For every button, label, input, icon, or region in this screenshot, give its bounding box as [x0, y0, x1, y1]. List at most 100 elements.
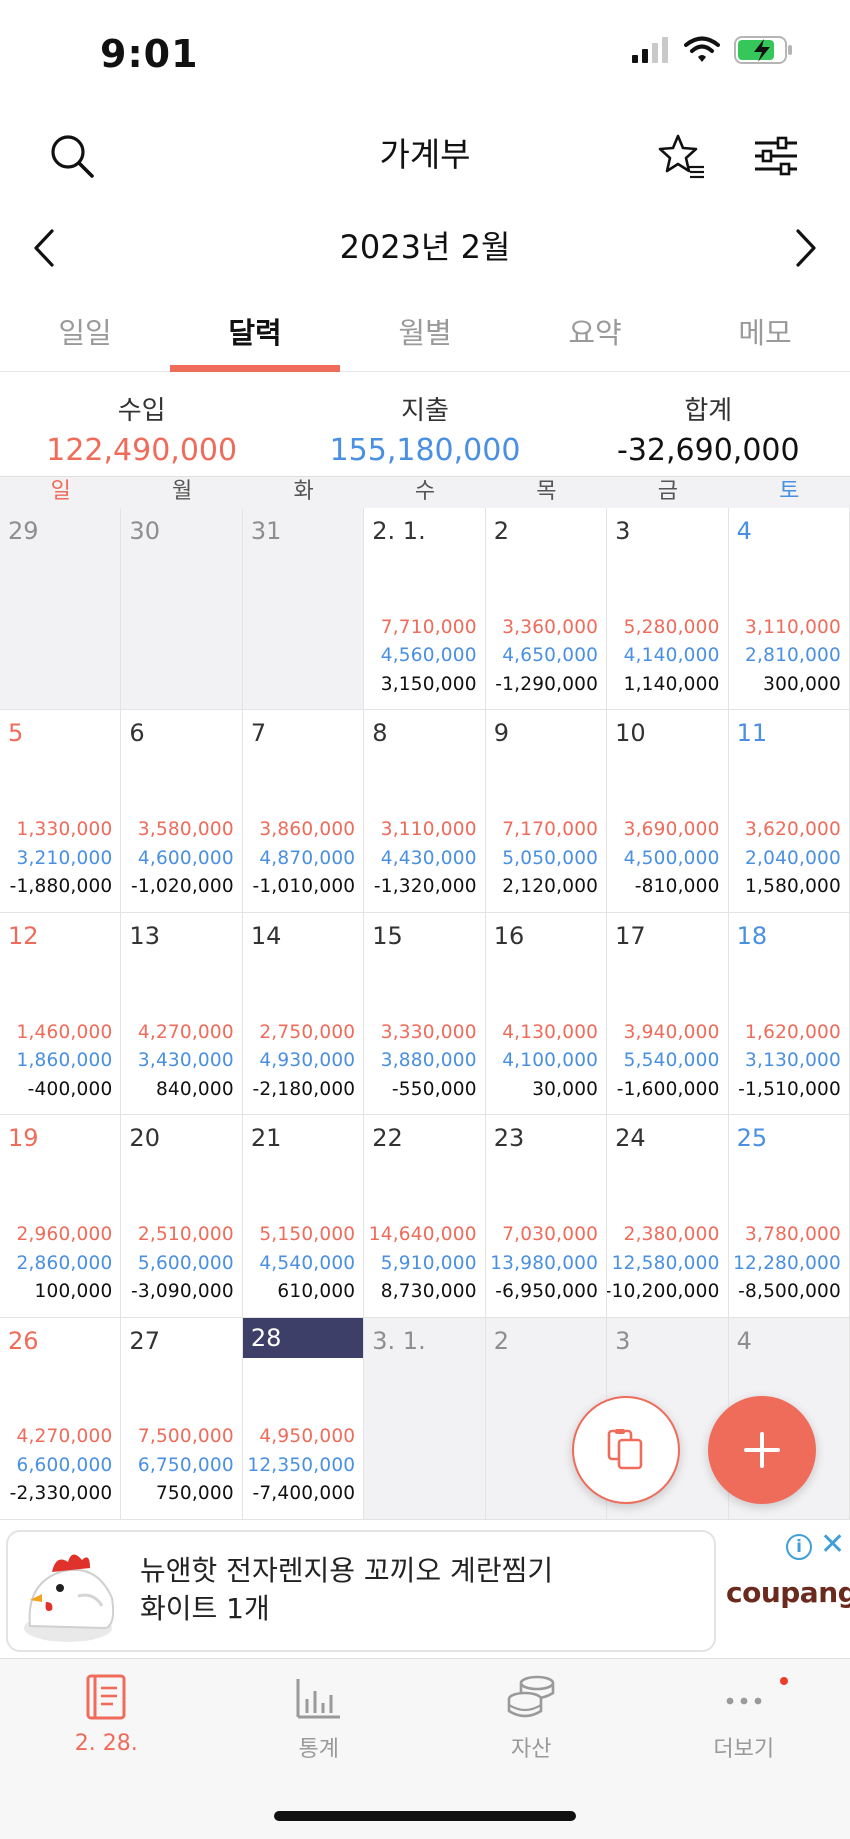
sliders-icon — [755, 136, 797, 176]
day-total: 1,580,000 — [745, 876, 841, 898]
expense-label: 지출 — [401, 396, 449, 426]
tab-daily[interactable]: 일일 — [0, 298, 170, 371]
day-expense: 5,910,000 — [380, 1252, 477, 1274]
calendar-day-cell[interactable]: 25 3,780,000 12,280,000 -8,500,000 — [728, 1115, 850, 1318]
calendar-day-cell[interactable]: 18 1,620,000 3,130,000 -1,510,000 — [728, 912, 850, 1116]
day-total: 300,000 — [763, 673, 841, 695]
calendar-day-cell[interactable]: 28 4,950,000 12,350,000 -7,400,000 — [242, 1317, 365, 1520]
calendar-day-cell[interactable]: 2 3,360,000 4,650,000 -1,290,000 — [485, 508, 608, 711]
calendar-day-cell[interactable]: 31 — [242, 508, 365, 711]
day-income: 1,460,000 — [16, 1021, 113, 1043]
ad-banner[interactable]: 뉴앤핫 전자렌지용 꼬끼오 계란찜기 화이트 1개 i ✕ coupang — [0, 1520, 850, 1658]
page-title: 가계부 — [379, 135, 471, 174]
day-expense: 12,580,000 — [611, 1252, 720, 1274]
day-amounts: 3,110,000 2,810,000 300,000 — [745, 614, 841, 700]
day-expense: 4,560,000 — [380, 645, 477, 667]
calendar-day-cell[interactable]: 22 14,640,000 5,910,000 8,730,000 — [364, 1115, 486, 1318]
day-income: 3,360,000 — [502, 616, 599, 638]
day-expense: 5,540,000 — [623, 1050, 720, 1072]
day-income: 7,030,000 — [502, 1224, 599, 1246]
calendar-day-cell[interactable]: 6 3,580,000 4,600,000 -1,020,000 — [121, 710, 243, 913]
ad-close-icon[interactable]: ✕ — [820, 1528, 845, 1562]
day-total: 1,140,000 — [623, 673, 720, 695]
day-amounts: 4,270,000 6,600,000 -2,330,000 — [10, 1423, 113, 1509]
calendar-day-cell[interactable]: 19 2,960,000 2,860,000 100,000 — [0, 1115, 122, 1318]
day-amounts: 3,330,000 3,880,000 -550,000 — [381, 1019, 477, 1105]
day-expense: 5,050,000 — [502, 847, 599, 869]
day-amounts: 7,500,000 6,750,000 750,000 — [138, 1423, 234, 1509]
day-number: 12 — [8, 921, 39, 950]
day-income: 2,380,000 — [623, 1224, 720, 1246]
calendar-day-cell[interactable]: 5 1,330,000 3,210,000 -1,880,000 — [0, 710, 122, 913]
calendar-day-cell[interactable]: 29 — [0, 508, 122, 711]
bookmark-button[interactable] — [650, 124, 714, 188]
nav-stats-label: 통계 — [298, 1737, 339, 1762]
ad-text[interactable]: 뉴앤핫 전자렌지용 꼬끼오 계란찜기 화이트 1개 — [140, 1552, 560, 1628]
calendar-day-cell[interactable]: 17 3,940,000 5,540,000 -1,600,000 — [607, 912, 729, 1116]
calendar-day-cell[interactable]: 14 2,750,000 4,930,000 -2,180,000 — [242, 912, 365, 1116]
calendar-day-cell[interactable]: 2. 1. 7,710,000 4,560,000 3,150,000 — [364, 508, 486, 711]
calendar-day-cell[interactable]: 11 3,620,000 2,040,000 1,580,000 — [728, 710, 850, 913]
wifi-icon — [684, 36, 720, 62]
view-tabs: 일일 달력 월별 요약 메모 — [0, 298, 850, 372]
day-number: 7 — [250, 719, 267, 748]
calendar-day-cell[interactable]: 8 3,110,000 4,430,000 -1,320,000 — [364, 710, 486, 913]
add-transaction-button[interactable] — [708, 1396, 816, 1504]
calendar-day-cell[interactable]: 27 7,500,000 6,750,000 750,000 — [121, 1317, 243, 1520]
day-expense: 2,040,000 — [745, 847, 841, 869]
copy-transaction-button[interactable] — [572, 1396, 680, 1504]
calendar-day-cell[interactable]: 21 5,150,000 4,540,000 610,000 — [242, 1115, 365, 1318]
tab-calendar[interactable]: 달력 — [170, 298, 340, 372]
tab-monthly[interactable]: 월별 — [340, 298, 510, 371]
nav-ledger[interactable]: 2. 28. — [0, 1659, 213, 1839]
day-number: 14 — [250, 921, 282, 950]
day-expense: 6,600,000 — [16, 1454, 113, 1476]
day-amounts: 4,270,000 3,430,000 840,000 — [138, 1019, 234, 1105]
day-total: 840,000 — [155, 1078, 234, 1100]
calendar-day-cell[interactable]: 23 7,030,000 13,980,000 -6,950,000 — [485, 1115, 608, 1318]
calendar-day-cell[interactable]: 15 3,330,000 3,880,000 -550,000 — [364, 912, 486, 1116]
day-total: -7,400,000 — [252, 1483, 356, 1505]
coins-stack-icon — [507, 1675, 555, 1718]
day-number: 30 — [129, 517, 160, 545]
calendar-day-cell[interactable]: 16 4,130,000 4,100,000 30,000 — [485, 912, 608, 1116]
ad-info-icon[interactable]: i — [786, 1534, 812, 1560]
ad-card[interactable]: 뉴앤핫 전자렌지용 꼬끼오 계란찜기 화이트 1개 — [6, 1530, 716, 1652]
day-number: 23 — [493, 1124, 525, 1153]
ad-text-line1: 뉴앤핫 전자렌지용 꼬끼오 계란찜기 — [140, 1554, 554, 1587]
nav-more[interactable]: 더보기 — [638, 1659, 850, 1839]
day-expense: 3,880,000 — [380, 1050, 477, 1072]
day-amounts: 3,780,000 12,280,000 -8,500,000 — [733, 1221, 841, 1307]
calendar-day-cell[interactable]: 13 4,270,000 3,430,000 840,000 — [121, 912, 243, 1116]
calendar-day-cell[interactable]: 24 2,380,000 12,580,000 -10,200,000 — [607, 1115, 729, 1318]
egg-steamer-product-image — [24, 1554, 115, 1642]
weekday-fri: 금 — [657, 479, 678, 504]
day-amounts: 2,510,000 5,600,000 -3,090,000 — [131, 1221, 234, 1307]
battery-charging-icon — [734, 36, 792, 64]
day-income: 3,940,000 — [623, 1021, 720, 1043]
day-income: 4,950,000 — [259, 1426, 356, 1448]
calendar-day-cell[interactable]: 10 3,690,000 4,500,000 -810,000 — [607, 710, 729, 913]
calendar-day-cell[interactable]: 26 4,270,000 6,600,000 -2,330,000 — [0, 1317, 122, 1520]
calendar-day-cell[interactable]: 3 5,280,000 4,140,000 1,140,000 — [607, 508, 729, 711]
day-amounts: 3,110,000 4,430,000 -1,320,000 — [374, 816, 477, 902]
day-expense: 3,210,000 — [16, 847, 113, 869]
calendar-day-cell[interactable]: 4 3,110,000 2,810,000 300,000 — [728, 508, 850, 711]
filter-button[interactable] — [744, 124, 808, 188]
weekday-sat: 토 — [779, 479, 800, 504]
calendar-day-cell[interactable]: 30 — [121, 508, 243, 711]
weekday-wed: 수 — [414, 479, 436, 504]
calendar-day-cell[interactable]: 7 3,860,000 4,870,000 -1,010,000 — [242, 710, 365, 913]
calendar-day-cell[interactable]: 20 2,510,000 5,600,000 -3,090,000 — [121, 1115, 243, 1318]
next-month-button[interactable] — [774, 216, 838, 280]
tab-memo[interactable]: 메모 — [680, 298, 850, 371]
day-amounts: 1,620,000 3,130,000 -1,510,000 — [738, 1019, 841, 1105]
tab-summary[interactable]: 요약 — [510, 298, 680, 371]
current-month-label[interactable]: 2023년 2월 — [0, 222, 850, 268]
calendar-day-cell[interactable]: 12 1,460,000 1,860,000 -400,000 — [0, 912, 122, 1116]
calendar-day-cell[interactable]: 3. 1. — [364, 1317, 486, 1520]
day-number: 6 — [129, 719, 145, 748]
calendar-day-cell[interactable]: 9 7,170,000 5,050,000 2,120,000 — [485, 710, 608, 913]
day-total: 750,000 — [155, 1483, 234, 1505]
day-income: 7,170,000 — [502, 819, 599, 841]
